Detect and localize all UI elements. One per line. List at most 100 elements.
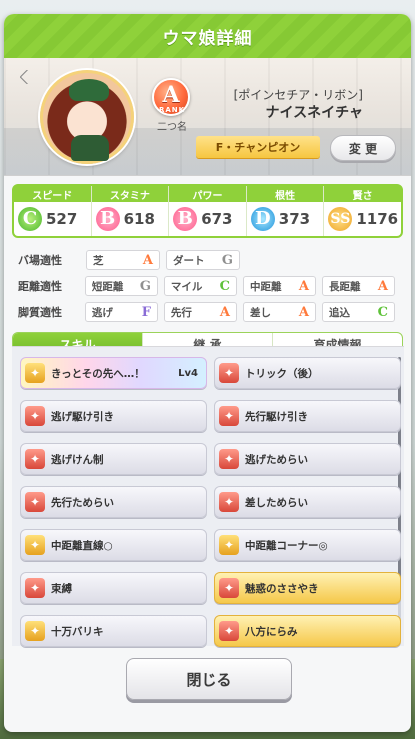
aptitude-grade: A xyxy=(142,252,153,268)
skill-item[interactable]: ✦ 逃げ駆け引き xyxy=(20,400,207,432)
stat-value: 618 xyxy=(123,210,155,228)
aptitude-grade: G xyxy=(221,252,233,268)
title-label: F・チャンピオン xyxy=(196,136,320,158)
character-portrait[interactable] xyxy=(40,70,134,164)
aptitude-name: 差し xyxy=(249,306,271,319)
skill-list: ✦ きっとその先へ…！ Lv4 ✦ トリック（後） ✦ 逃げ駆け引き ✦ 先行駆け引き ✦ 逃げけん… xyxy=(12,346,404,647)
skill-item[interactable]: ✦ きっとその先へ…！ Lv4 xyxy=(20,357,207,389)
aptitude-row-track: バ場適性芝 A ダート G xyxy=(18,248,401,272)
aptitude-name: 先行 xyxy=(170,306,192,319)
stat-body: D 373 xyxy=(247,202,324,236)
aptitude-cell: 差し A xyxy=(242,302,316,322)
stat-label: 根性 xyxy=(246,186,324,202)
panel-title: ウマ娘詳細 xyxy=(4,14,411,58)
stat-body: C 527 xyxy=(14,202,91,236)
skill-red-icon: ✦ xyxy=(25,578,45,598)
stat-body: SS 1176 xyxy=(324,202,401,236)
skill-name: 差しためらい xyxy=(245,496,308,509)
aptitude-cell: 長距離 A xyxy=(321,276,396,296)
skill-name: 束縛 xyxy=(51,582,72,595)
skill-item[interactable]: ✦ 逃げけん制 xyxy=(20,443,207,475)
skill-item[interactable]: ✦ 束縛 xyxy=(20,572,207,604)
rank-word: RANK xyxy=(158,106,186,114)
skill-red-icon: ✦ xyxy=(219,621,239,641)
hero-section: A RANK 二つ名 [ポインセチア・リボン] ナイスネイチャ F・チャンピオン… xyxy=(4,58,411,176)
skill-item[interactable]: ✦ 十万バリキ xyxy=(20,615,207,647)
stat-1: スタミナ B 618 xyxy=(91,186,170,236)
stat-grade: SS xyxy=(328,207,353,231)
skill-gold-icon: ✦ xyxy=(25,535,45,555)
rank-sub: 二つ名 xyxy=(157,122,187,133)
stat-body: B 673 xyxy=(169,202,246,236)
aptitude-label: 距離適性 xyxy=(18,280,62,293)
aptitude-cell: 追込 C xyxy=(321,302,396,322)
skill-level: Lv4 xyxy=(178,367,198,379)
skill-item[interactable]: ✦ 逃げためらい xyxy=(214,443,401,475)
aptitude-grade: A xyxy=(377,278,389,294)
aptitude-name: ダート xyxy=(173,254,205,267)
skill-item[interactable]: ✦ 中距離コーナー◎ xyxy=(214,529,401,561)
skill-name: 逃げけん制 xyxy=(51,453,104,466)
aptitude-name: 逃げ xyxy=(91,306,113,319)
skill-item[interactable]: ✦ トリック（後） xyxy=(214,357,401,389)
aptitude-cell: 中距離 A xyxy=(242,276,316,296)
aptitude-name: 中距離 xyxy=(249,280,282,293)
skill-red-icon: ✦ xyxy=(219,449,239,469)
aptitude-name: マイル xyxy=(170,280,203,293)
skill-item[interactable]: ✦ 差しためらい xyxy=(214,486,401,518)
detail-panel: ウマ娘詳細 A RANK 二つ名 [ポインセチア・リボン] ナイスネイチャ F・… xyxy=(4,14,411,732)
aptitude-grade: A xyxy=(219,304,230,320)
skill-red-icon: ✦ xyxy=(219,363,239,383)
skill-red-icon: ✦ xyxy=(219,578,239,598)
aptitude-row-style: 脚質適性 逃げ F 先行 A 差し A 追込 C xyxy=(18,300,401,324)
aptitude-section: バ場適性芝 A ダート G 距離適性 短距離 G マイル C 中距離 A 長距離 A 脚質適性 逃げ F 先… xyxy=(18,248,401,324)
aptitude-grade: G xyxy=(139,278,151,294)
stat-3: 根性 D 373 xyxy=(246,186,325,236)
skill-red-icon: ✦ xyxy=(219,406,239,426)
skill-name: きっとその先へ…！ xyxy=(51,367,145,380)
stats-bar: スピード C 527 スタミナ B 618 パワー B 673 根性 D 373 賢さ SS 1176 xyxy=(12,184,403,238)
stat-label: パワー xyxy=(169,186,246,202)
skill-red-icon: ✦ xyxy=(25,406,45,426)
stat-grade: B xyxy=(95,207,120,231)
skill-item[interactable]: ✦ 先行駆け引き xyxy=(214,400,401,432)
aptitude-grade: F xyxy=(141,304,151,320)
aptitude-grade: A xyxy=(298,278,309,294)
skill-gold-icon: ✦ xyxy=(25,621,45,641)
skill-red-icon: ✦ xyxy=(25,449,45,469)
stat-grade: B xyxy=(173,207,198,231)
skill-name: 逃げためらい xyxy=(245,453,308,466)
skill-name: 逃げ駆け引き xyxy=(51,410,114,423)
aptitude-cell: 芝A xyxy=(86,250,160,270)
skill-name: 先行駆け引き xyxy=(245,410,308,423)
stat-label: スタミナ xyxy=(91,186,169,202)
skill-item[interactable]: ✦ 先行ためらい xyxy=(20,486,207,518)
aptitude-row-distance: 距離適性 短距離 G マイル C 中距離 A 長距離 A xyxy=(18,274,401,298)
aptitude-grade: C xyxy=(377,304,389,320)
aptitude-name: 長距離 xyxy=(328,280,361,293)
stat-4: 賢さ SS 1176 xyxy=(324,186,401,236)
skill-name: 魅惑のささやき xyxy=(245,582,319,595)
aptitude-cell: 先行 A xyxy=(163,302,237,322)
skill-gold-icon: ✦ xyxy=(219,535,239,555)
skill-name: 中距離コーナー◎ xyxy=(245,539,328,552)
stat-0: スピード C 527 xyxy=(14,186,92,236)
character-name: ナイスネイチャ xyxy=(265,105,363,121)
close-button[interactable]: 閉じる xyxy=(126,658,292,700)
skill-item[interactable]: ✦ 魅惑のささやき xyxy=(214,572,401,604)
stat-2: パワー B 673 xyxy=(169,186,247,236)
aptitude-label: 脚質適性 xyxy=(18,306,62,319)
skill-name: 八方にらみ xyxy=(245,625,298,638)
stat-label: 賢さ xyxy=(324,186,401,202)
aptitude-cell: 短距離 G xyxy=(84,276,158,296)
skill-item[interactable]: ✦ 八方にらみ xyxy=(214,615,401,647)
skill-red-icon: ✦ xyxy=(219,492,239,512)
aptitude-grade: A xyxy=(298,304,309,320)
aptitude-cell: 逃げ F xyxy=(84,302,158,322)
aptitude-name: 短距離 xyxy=(91,280,124,293)
skill-item[interactable]: ✦ 中距離直線○ xyxy=(20,529,207,561)
aptitude-name: 追込 xyxy=(328,306,350,319)
change-title-button[interactable]: 変 更 xyxy=(330,135,396,161)
skill-name: トリック（後） xyxy=(245,367,319,380)
stat-value: 373 xyxy=(278,210,311,228)
